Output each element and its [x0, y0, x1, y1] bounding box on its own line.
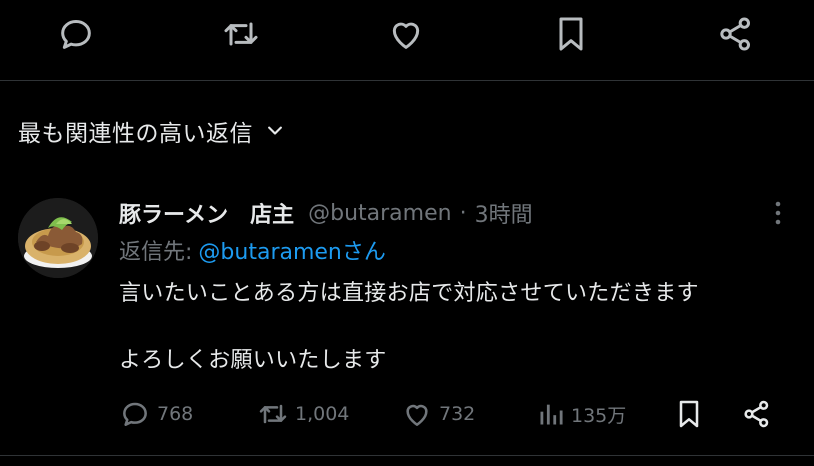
- repost-count-button[interactable]: 1,004: [257, 394, 349, 434]
- share-icon: [744, 400, 769, 428]
- like-button[interactable]: [384, 12, 428, 56]
- reply-action-bar: 768 1,004 732 135万: [119, 394, 799, 434]
- avatar[interactable]: [18, 198, 98, 278]
- reply-icon: [123, 402, 147, 426]
- separator-dot: ·: [459, 200, 467, 226]
- reply-count: 768: [157, 403, 194, 425]
- share-button[interactable]: [714, 12, 758, 56]
- reply-icon: [61, 20, 91, 49]
- bookmark-button[interactable]: [673, 394, 705, 434]
- share-button[interactable]: [741, 394, 773, 434]
- chevron-down-icon: [265, 121, 285, 141]
- author-name[interactable]: 豚ラーメン 店主: [119, 197, 294, 229]
- sort-label: 最も関連性の高い返信: [18, 121, 253, 147]
- more-vertical-icon: [775, 201, 781, 225]
- reply-button[interactable]: [54, 12, 98, 56]
- replying-to-handle-link[interactable]: @butaramenさん: [198, 234, 385, 266]
- bookmark-icon: [679, 400, 699, 428]
- more-options-button[interactable]: [764, 198, 792, 228]
- bookmark-icon: [559, 17, 583, 51]
- replying-to-label: 返信先:: [119, 240, 193, 265]
- reply-text-line: 言いたいことある方は直接お店で対応させていただきます: [119, 281, 699, 306]
- view-count: 135万: [571, 404, 627, 427]
- reply-header: 豚ラーメン 店主 @butaramen · 3時間: [119, 196, 533, 230]
- like-icon: [406, 404, 428, 426]
- divider: [0, 455, 814, 456]
- reply-count-button[interactable]: 768: [119, 394, 193, 434]
- view-count-button[interactable]: 135万: [537, 394, 626, 434]
- replying-to: 返信先: @butaramenさん: [119, 234, 386, 266]
- repost-count: 1,004: [295, 403, 350, 425]
- reply-text-line: よろしくお願いいたします: [119, 348, 387, 373]
- like-count: 732: [439, 403, 476, 425]
- views-chart-icon: [540, 404, 563, 425]
- repost-icon: [224, 22, 258, 46]
- share-icon: [720, 17, 750, 51]
- like-icon: [392, 22, 420, 49]
- reply-sort-dropdown[interactable]: 最も関連性の高い返信: [18, 113, 285, 149]
- author-handle[interactable]: @butaramen: [308, 201, 451, 226]
- repost-icon: [259, 404, 287, 424]
- repost-button[interactable]: [219, 12, 263, 56]
- like-count-button[interactable]: 732: [401, 394, 475, 434]
- timestamp[interactable]: 3時間: [475, 197, 533, 229]
- top-action-bar: [0, 0, 814, 80]
- bookmark-button[interactable]: [549, 12, 593, 56]
- divider: [0, 80, 814, 81]
- ramen-bowl-image: [18, 198, 98, 278]
